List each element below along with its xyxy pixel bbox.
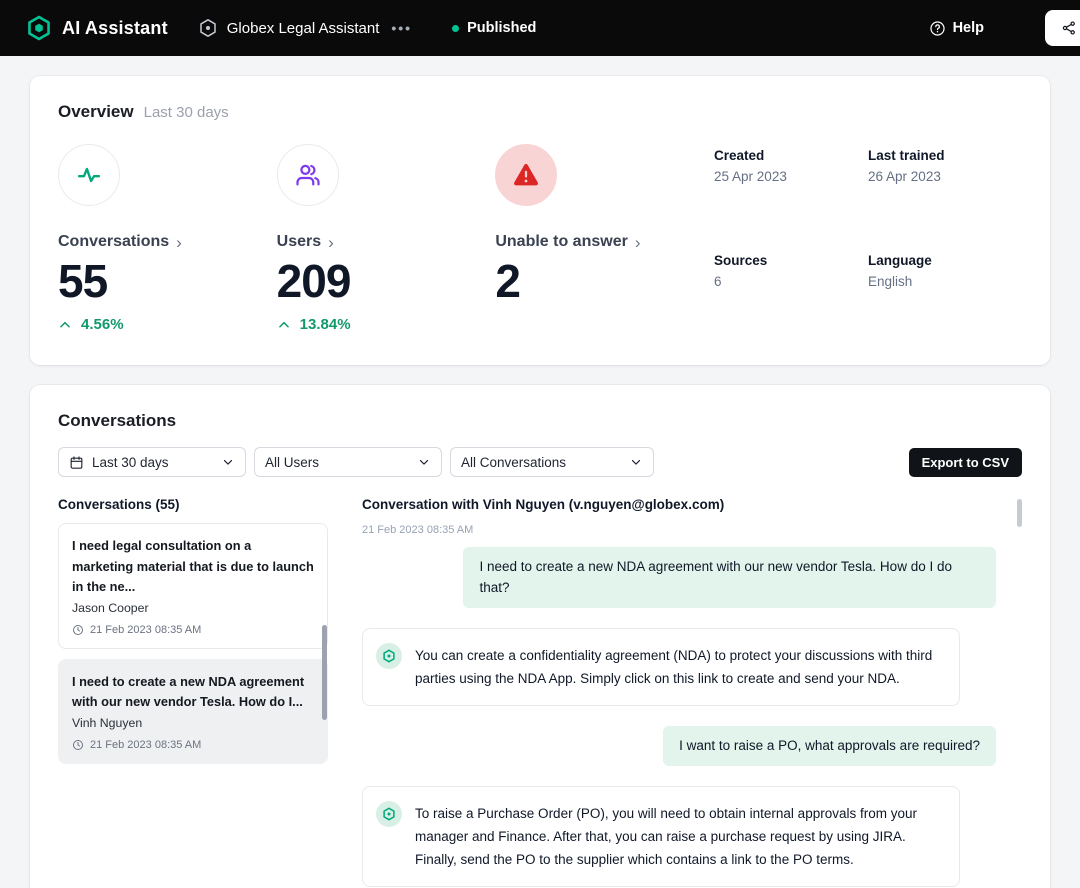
app-brand: AI Assistant bbox=[26, 15, 168, 41]
list-scrollbar-thumb[interactable] bbox=[322, 625, 327, 720]
chevron-down-icon bbox=[221, 455, 235, 469]
overview-subtitle: Last 30 days bbox=[144, 104, 229, 121]
bot-avatar bbox=[376, 801, 402, 827]
assistant-name: Globex Legal Assistant bbox=[227, 20, 380, 37]
meta-language: Language English bbox=[868, 253, 1022, 334]
conversation-detail-title: Conversation with Vinh Nguyen (v.nguyen@… bbox=[362, 497, 996, 512]
conversation-list-header: Conversations (55) bbox=[58, 497, 328, 512]
meta-label: Last trained bbox=[868, 148, 1022, 163]
user-message: I want to raise a PO, what approvals are… bbox=[663, 726, 996, 766]
chevron-right-icon: › bbox=[176, 234, 182, 251]
bot-message-text: You can create a confidentiality agreeme… bbox=[415, 643, 943, 691]
chevron-down-icon bbox=[629, 455, 643, 469]
assistant-hexagon-icon bbox=[198, 18, 218, 38]
meta-sources: Sources 6 bbox=[714, 253, 868, 334]
clock-icon bbox=[72, 739, 84, 751]
stat-users-value: 209 bbox=[277, 257, 496, 305]
users-filter-dropdown[interactable]: All Users bbox=[254, 447, 442, 477]
overview-card: Overview Last 30 days Conversations › 55… bbox=[30, 76, 1050, 365]
stat-unable-value: 2 bbox=[495, 257, 714, 305]
assistant-selector[interactable]: Globex Legal Assistant bbox=[198, 18, 380, 38]
share-button[interactable]: Share bbox=[1045, 10, 1080, 46]
published-label: Published bbox=[467, 20, 536, 36]
stat-users: Users › 209 13.84% bbox=[277, 144, 496, 333]
users-icon bbox=[277, 144, 339, 206]
warning-triangle-icon bbox=[495, 144, 557, 206]
meta-value: 6 bbox=[714, 274, 868, 289]
publish-status: Published bbox=[452, 20, 536, 36]
overview-title: Overview bbox=[58, 102, 134, 122]
conversation-detail-panel: Conversation with Vinh Nguyen (v.nguyen@… bbox=[362, 497, 1022, 888]
help-label: Help bbox=[953, 20, 984, 36]
published-dot-icon bbox=[452, 25, 459, 32]
conversation-list-item[interactable]: I need legal consultation on a marketing… bbox=[58, 523, 328, 648]
meta-last-trained: Last trained 26 Apr 2023 bbox=[868, 148, 1022, 229]
meta-created: Created 25 Apr 2023 bbox=[714, 148, 868, 229]
stat-conversations-link[interactable]: Conversations › bbox=[58, 233, 182, 251]
conversation-list: I need legal consultation on a marketing… bbox=[58, 523, 328, 763]
meta-value: 26 Apr 2023 bbox=[868, 169, 1022, 184]
conversation-time: 21 Feb 2023 08:35 AM bbox=[90, 739, 201, 751]
stat-conversations-value: 55 bbox=[58, 257, 277, 305]
caret-up-icon bbox=[58, 318, 72, 332]
meta-value: 25 Apr 2023 bbox=[714, 169, 868, 184]
chevron-right-icon: › bbox=[635, 234, 641, 251]
conversations-title: Conversations bbox=[58, 411, 1022, 431]
more-options-icon[interactable]: ••• bbox=[391, 20, 412, 36]
stat-unable-link[interactable]: Unable to answer › bbox=[495, 233, 640, 251]
overview-meta: Created 25 Apr 2023 Last trained 26 Apr … bbox=[714, 144, 1022, 333]
conversation-list-panel: Conversations (55) I need legal consulta… bbox=[58, 497, 328, 888]
bot-message: To raise a Purchase Order (PO), you will… bbox=[362, 786, 960, 887]
filters-row: Last 30 days All Users All Conversations… bbox=[58, 447, 1022, 477]
export-csv-button[interactable]: Export to CSV bbox=[909, 448, 1022, 477]
date-range-dropdown[interactable]: Last 30 days bbox=[58, 447, 246, 477]
conversation-type-dropdown[interactable]: All Conversations bbox=[450, 447, 654, 477]
chevron-down-icon bbox=[417, 455, 431, 469]
stat-users-label: Users bbox=[277, 233, 321, 251]
activity-icon bbox=[58, 144, 120, 206]
delta-value: 4.56% bbox=[81, 316, 124, 333]
app-logo-icon bbox=[26, 15, 52, 41]
conversation-detail-timestamp: 21 Feb 2023 08:35 AM bbox=[362, 524, 996, 536]
conversation-preview: I need to create a new NDA agreement wit… bbox=[72, 672, 314, 713]
bot-message-text: To raise a Purchase Order (PO), you will… bbox=[415, 801, 943, 872]
meta-value: English bbox=[868, 274, 1022, 289]
stat-users-delta: 13.84% bbox=[277, 316, 496, 333]
conversation-list-item-selected[interactable]: I need to create a new NDA agreement wit… bbox=[58, 659, 328, 764]
detail-scrollbar-thumb[interactable] bbox=[1017, 499, 1022, 527]
delta-value: 13.84% bbox=[300, 316, 351, 333]
meta-label: Created bbox=[714, 148, 868, 163]
conversation-time: 21 Feb 2023 08:35 AM bbox=[90, 624, 201, 636]
share-icon bbox=[1061, 20, 1077, 36]
conversation-type-value: All Conversations bbox=[461, 455, 566, 470]
conversation-author: Vinh Nguyen bbox=[72, 716, 314, 730]
help-button[interactable]: Help bbox=[929, 20, 984, 37]
calendar-icon bbox=[69, 455, 84, 470]
stat-conversations-label: Conversations bbox=[58, 233, 169, 251]
topbar: AI Assistant Globex Legal Assistant ••• … bbox=[0, 0, 1080, 56]
conversation-preview: I need legal consultation on a marketing… bbox=[72, 536, 314, 597]
conversation-author: Jason Cooper bbox=[72, 601, 314, 615]
meta-label: Language bbox=[868, 253, 1022, 268]
stat-conversations: Conversations › 55 4.56% bbox=[58, 144, 277, 333]
caret-up-icon bbox=[277, 318, 291, 332]
stat-unable-to-answer: Unable to answer › 2 bbox=[495, 144, 714, 333]
bot-avatar bbox=[376, 643, 402, 669]
meta-label: Sources bbox=[714, 253, 868, 268]
stat-users-link[interactable]: Users › bbox=[277, 233, 334, 251]
chevron-right-icon: › bbox=[328, 234, 334, 251]
user-message: I need to create a new NDA agreement wit… bbox=[463, 547, 996, 608]
message-thread: I need to create a new NDA agreement wit… bbox=[362, 547, 996, 888]
clock-icon bbox=[72, 624, 84, 636]
bot-message: You can create a confidentiality agreeme… bbox=[362, 628, 960, 706]
stat-unable-label: Unable to answer bbox=[495, 233, 627, 251]
help-icon bbox=[929, 20, 946, 37]
users-filter-value: All Users bbox=[265, 455, 319, 470]
date-range-value: Last 30 days bbox=[92, 455, 169, 470]
stat-conversations-delta: 4.56% bbox=[58, 316, 277, 333]
conversations-card: Conversations Last 30 days All Users All… bbox=[30, 385, 1050, 888]
app-name: AI Assistant bbox=[62, 18, 168, 39]
